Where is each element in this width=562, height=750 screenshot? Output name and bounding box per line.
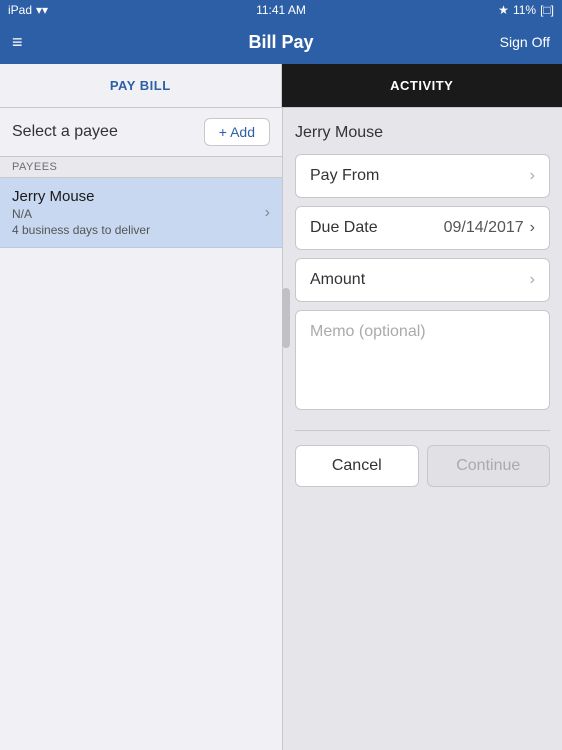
payee-list-item[interactable]: Jerry Mouse N/A 4 business days to deliv… (0, 178, 282, 248)
action-buttons: Cancel Continue (295, 445, 550, 487)
divider (295, 430, 550, 431)
main-layout: Select a payee + Add PAYEES Jerry Mouse … (0, 108, 562, 750)
left-panel: Select a payee + Add PAYEES Jerry Mouse … (0, 108, 283, 750)
nav-title: Bill Pay (248, 32, 313, 53)
battery-percent: 11% (513, 3, 536, 17)
payee-info: Jerry Mouse N/A 4 business days to deliv… (12, 188, 150, 237)
signoff-button[interactable]: Sign Off (500, 34, 550, 50)
wifi-icon: ▾▾ (36, 3, 48, 17)
payee-sub1: N/A (12, 207, 150, 221)
selected-payee-name: Jerry Mouse (295, 124, 550, 142)
tab-activity[interactable]: ACTIVITY (282, 64, 562, 107)
due-date-chevron-icon: › (530, 219, 535, 237)
due-date-label: Due Date (310, 219, 378, 237)
due-date-row[interactable]: Due Date 09/14/2017 › (295, 206, 550, 250)
nav-bar: ≡ Bill Pay Sign Off (0, 20, 562, 64)
payee-chevron-icon: › (265, 204, 270, 222)
payee-sub2: 4 business days to deliver (12, 223, 150, 237)
amount-label: Amount (310, 271, 365, 289)
status-bar: iPad ▾▾ 11:41 AM ★ 11% [□] (0, 0, 562, 20)
status-left: iPad ▾▾ (8, 3, 48, 17)
bluetooth-icon: ★ (498, 3, 509, 17)
pay-from-label: Pay From (310, 167, 379, 185)
battery-icon: [□] (540, 3, 554, 17)
payee-header: Select a payee + Add (0, 108, 282, 156)
menu-icon[interactable]: ≡ (12, 32, 23, 53)
memo-placeholder: Memo (optional) (310, 323, 426, 340)
add-payee-button[interactable]: + Add (204, 118, 270, 146)
cancel-button[interactable]: Cancel (295, 445, 419, 487)
right-panel: Jerry Mouse Pay From › Due Date 09/14/20… (283, 108, 562, 750)
status-right: ★ 11% [□] (498, 3, 554, 17)
memo-box[interactable]: Memo (optional) (295, 310, 550, 410)
panel-divider-handle (282, 288, 290, 348)
payees-section-header: PAYEES (0, 156, 282, 178)
device-label: iPad (8, 3, 32, 17)
continue-button[interactable]: Continue (427, 445, 551, 487)
amount-row[interactable]: Amount › (295, 258, 550, 302)
payee-name: Jerry Mouse (12, 188, 150, 205)
select-payee-label: Select a payee (12, 123, 118, 141)
status-time: 11:41 AM (256, 3, 306, 17)
tab-paybill[interactable]: PAY BILL (0, 64, 282, 107)
tab-bar: PAY BILL ACTIVITY (0, 64, 562, 108)
pay-from-chevron-icon: › (530, 167, 535, 185)
amount-chevron-icon: › (530, 271, 535, 289)
pay-from-row[interactable]: Pay From › (295, 154, 550, 198)
due-date-value: 09/14/2017 › (444, 219, 535, 237)
